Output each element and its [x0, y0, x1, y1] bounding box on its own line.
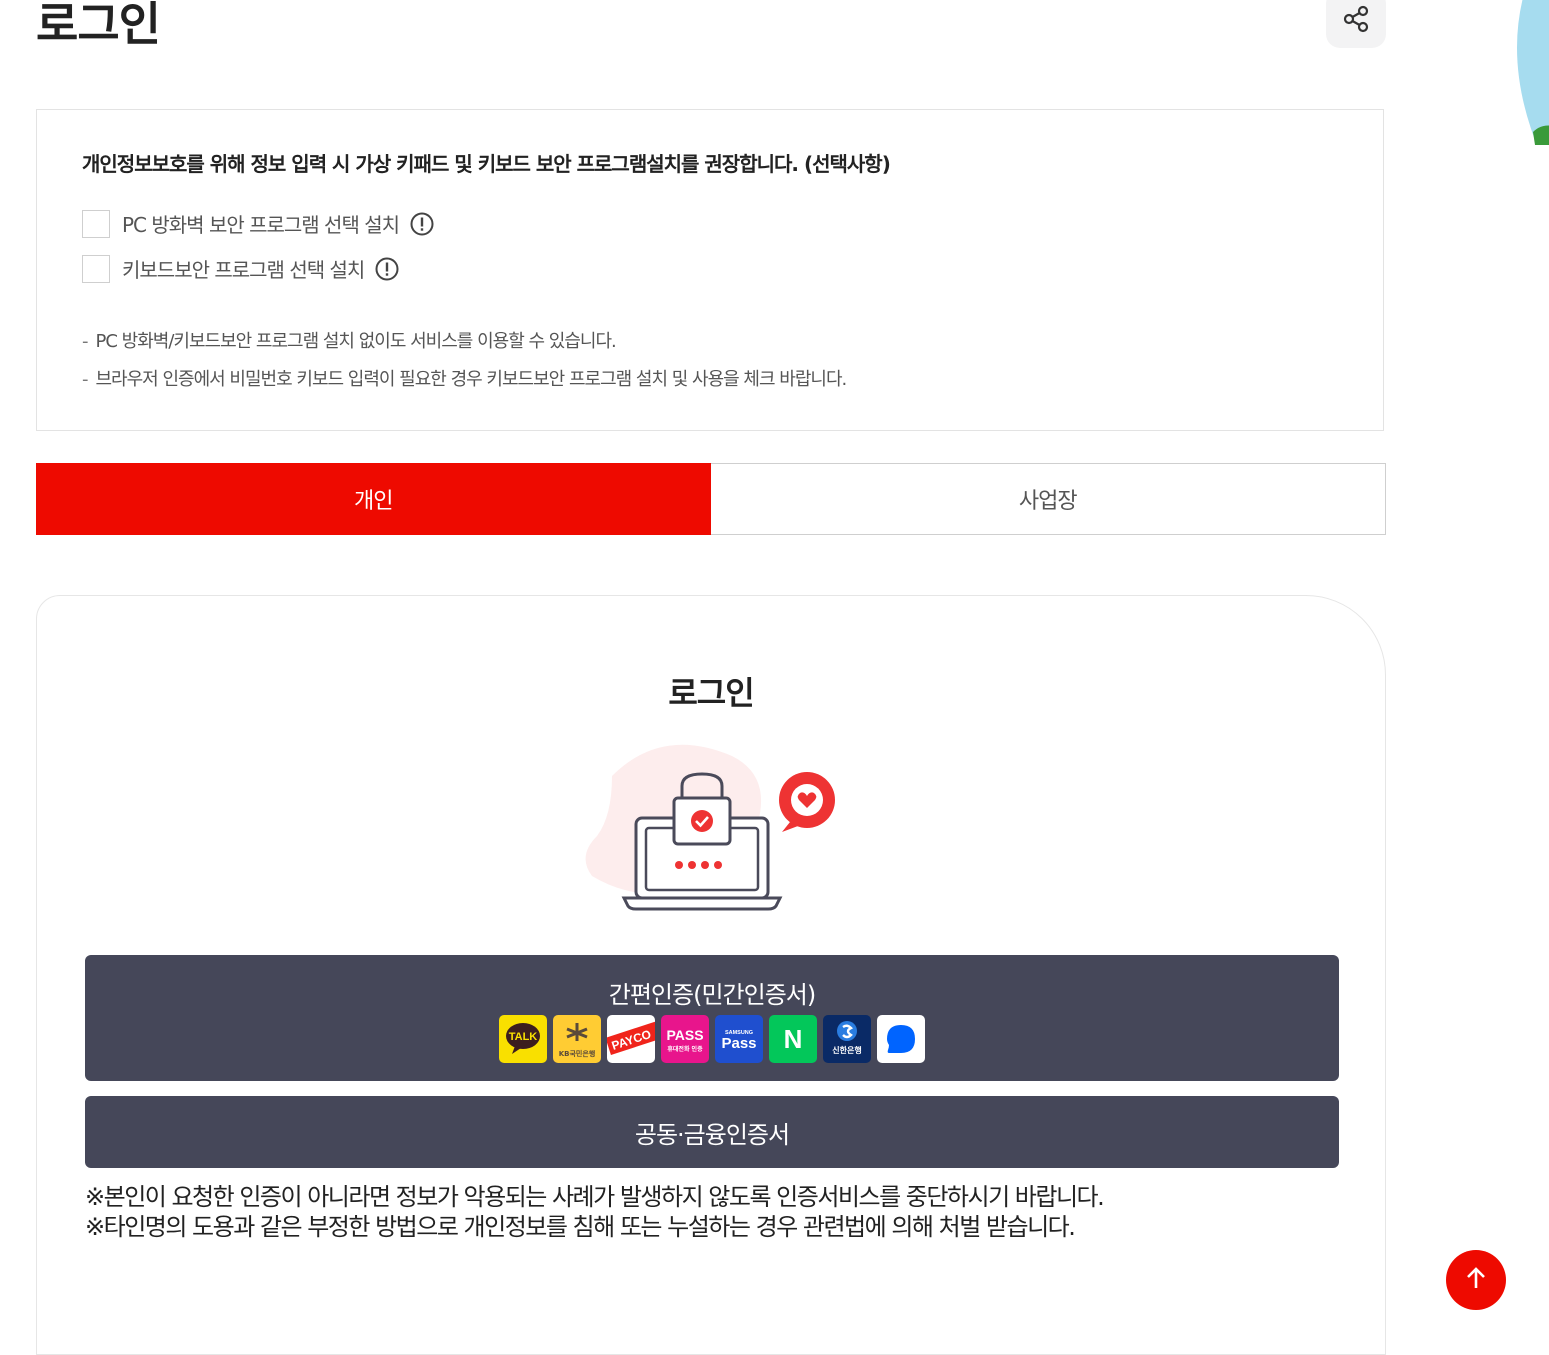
tab-personal[interactable]: 개인: [36, 463, 711, 535]
share-icon: [1343, 5, 1369, 33]
login-title: 로그인: [668, 674, 754, 712]
page-title: 로그인: [36, 0, 161, 51]
easy-auth-label: 간편인증(민간인증서): [608, 981, 816, 1009]
easy-auth-button[interactable]: 간편인증(민간인증서) TALK KB국민은행 PAYCO PASS 휴대전화 …: [85, 955, 1339, 1081]
scroll-to-top-button[interactable]: [1446, 1250, 1506, 1310]
firewall-option[interactable]: PC 방화벽 보안 프로그램 선택 설치: [82, 209, 435, 238]
kakao-talk-icon[interactable]: TALK: [499, 1015, 547, 1063]
laptop-lock-illustration: [585, 744, 835, 911]
svg-text:PASS: PASS: [666, 1027, 703, 1043]
pass-icon[interactable]: PASS 휴대전화 인증: [661, 1015, 709, 1063]
easy-auth-providers: TALK KB국민은행 PAYCO PASS 휴대전화 인증 SAMSUNG P…: [85, 1015, 1339, 1063]
keyboard-security-option[interactable]: 키보드보안 프로그램 선택 설치: [82, 254, 400, 283]
payco-icon[interactable]: PAYCO: [607, 1015, 655, 1063]
info-icon[interactable]: [374, 256, 400, 282]
arrow-up-icon: [1467, 1267, 1485, 1288]
security-note: - PC 방화벽/키보드보안 프로그램 설치 없이도 서비스를 이용할 수 있습니…: [82, 327, 617, 353]
svg-text:TALK: TALK: [509, 1031, 538, 1043]
tab-business[interactable]: 사업장: [710, 463, 1386, 535]
shinhan-bank-icon[interactable]: 신한은행: [823, 1015, 871, 1063]
security-note: - 브라우저 인증에서 비밀번호 키보드 입력이 필요한 경우 키보드보안 프로그…: [82, 365, 848, 391]
login-card: 로그인 간편인증(민간인증서) TALK KB국민은행 PAYCO PASS 휴…: [36, 595, 1386, 1355]
svg-text:휴대전화 인증: 휴대전화 인증: [667, 1045, 703, 1053]
firewall-checkbox[interactable]: [82, 209, 110, 238]
warning-line: ※본인이 요청한 인증이 아니라면 정보가 악용되는 사례가 발생하지 않도록 …: [85, 1183, 1105, 1211]
svg-text:N: N: [784, 1024, 803, 1054]
naver-icon[interactable]: N: [769, 1015, 817, 1063]
warning-line: ※타인명의 도용과 같은 부정한 방법으로 개인정보를 침해 또는 누설하는 경…: [85, 1213, 1076, 1241]
share-button[interactable]: [1326, 0, 1386, 48]
firewall-option-label: PC 방화벽 보안 프로그램 선택 설치: [122, 213, 400, 237]
warning-notes: ※본인이 요청한 인증이 아니라면 정보가 악용되는 사례가 발생하지 않도록 …: [85, 1182, 1105, 1242]
kb-bank-icon[interactable]: KB국민은행: [553, 1015, 601, 1063]
security-notice-heading: 개인정보보호를 위해 정보 입력 시 가상 키패드 및 키보드 보안 프로그램설…: [82, 152, 891, 176]
svg-text:Pass: Pass: [721, 1035, 756, 1052]
toss-icon[interactable]: [877, 1015, 925, 1063]
keyboard-security-checkbox[interactable]: [82, 254, 110, 283]
note-bullet: -: [82, 369, 88, 390]
svg-text:신한은행: 신한은행: [832, 1045, 861, 1055]
security-note-text: PC 방화벽/키보드보안 프로그램 설치 없이도 서비스를 이용할 수 있습니다…: [95, 331, 617, 352]
security-note-text: 브라우저 인증에서 비밀번호 키보드 입력이 필요한 경우 키보드보안 프로그램…: [95, 369, 848, 390]
samsung-pass-icon[interactable]: SAMSUNG Pass: [715, 1015, 763, 1063]
info-icon[interactable]: [409, 211, 435, 237]
security-notice-box: 개인정보보호를 위해 정보 입력 시 가상 키패드 및 키보드 보안 프로그램설…: [36, 109, 1384, 431]
decorative-banner-shape: [1517, 0, 1549, 145]
user-type-tabs: 개인 사업장: [36, 463, 1386, 535]
note-bullet: -: [82, 331, 88, 352]
keyboard-security-option-label: 키보드보안 프로그램 선택 설치: [122, 258, 365, 282]
joint-financial-cert-label: 공동·금융인증서: [634, 1120, 790, 1149]
svg-text:KB국민은행: KB국민은행: [559, 1049, 596, 1058]
joint-financial-cert-button[interactable]: 공동·금융인증서: [85, 1096, 1339, 1168]
